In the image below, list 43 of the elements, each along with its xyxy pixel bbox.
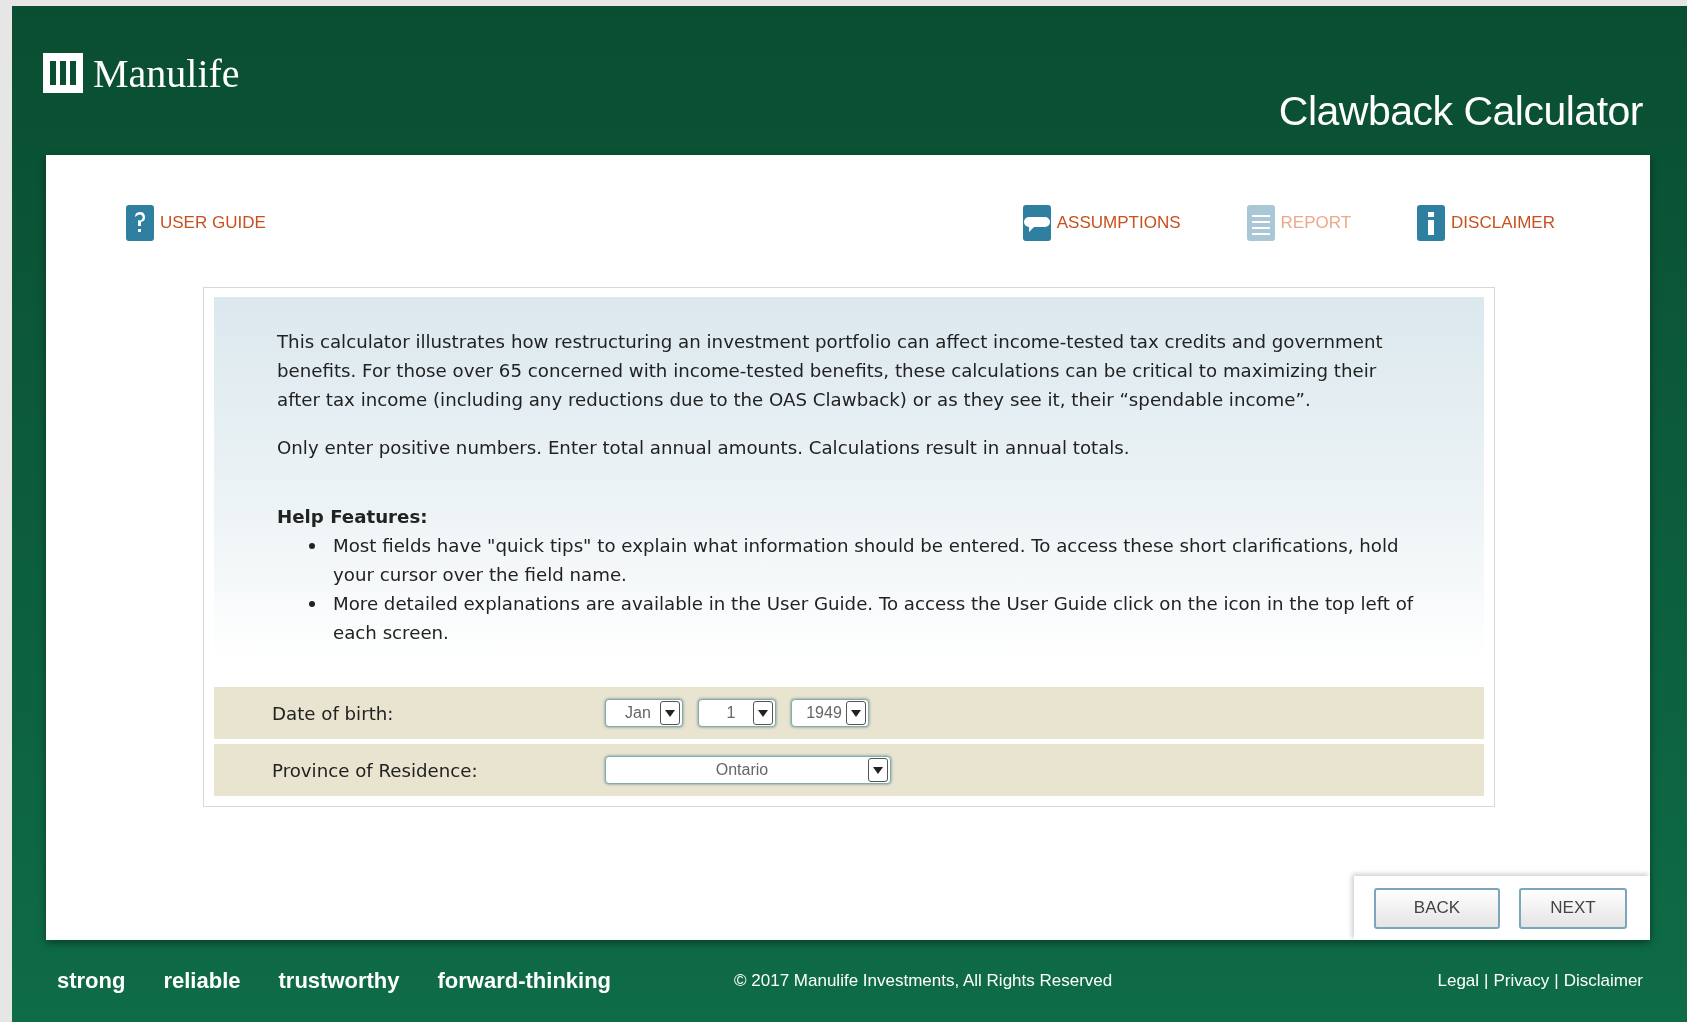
nav-label: REPORT [1280,213,1352,233]
nav-button[interactable]: BACK [1374,887,1500,929]
logo-text: Manulife [93,49,240,97]
tagline-word: forward-thinking [437,968,612,994]
tagline-word: reliable [163,968,241,994]
dropdown[interactable]: 1949 [791,699,869,727]
caret-icon [868,758,888,782]
nav-button[interactable]: NEXT [1519,887,1627,929]
copyright-text: © 2017 Manulife Investments, All Rights Reserved [734,971,1113,991]
link-separator: | [1484,971,1489,991]
info-icon [1417,205,1446,241]
speech-bubble-icon [1022,205,1051,241]
dropdown[interactable]: Jan [605,699,683,727]
page-title: Clawback Calculator [1278,88,1643,136]
bullet-icon [309,543,315,549]
footer-link[interactable]: Disclaimer [1563,971,1643,991]
help-icon [126,205,154,241]
tagline-word: strong [57,968,126,994]
nav-link[interactable]: USER GUIDE [126,205,266,241]
tagline-word: trustworthy [278,968,400,994]
dropdown[interactable]: Ontario [605,756,891,784]
help-text: More detailed explanations are available in the User Guide. To access the User Guide click on the icon in the top left of each screen. [333,592,1414,645]
intro-paragraph: Only enter positive numbers. Enter total annual amounts. Calculations result in annual totals. [277,436,1131,460]
intro-paragraph: This calculator illustrates how restructuring an investment portfolio can affect income-tested tax credits and government benefits. For those over 65 concerned with income-tested benefits, these calculations can be critical to maximizing their after tax income (including any reductions due to the OAS Clawback) or as they see it, their “spendable income”. [277,330,1384,412]
nav-label: USER GUIDE [160,213,266,233]
nav-label: DISCLAIMER [1451,213,1555,233]
logo-icon [43,53,83,93]
caret-icon [660,701,680,725]
field-label: Date of birth: [272,702,395,724]
nav-link[interactable]: DISCLAIMER [1417,205,1555,241]
help-title: Help Features: [277,505,429,529]
document-icon [1246,205,1275,241]
caret-icon [846,701,866,725]
footer-link[interactable]: Legal [1437,971,1480,991]
caret-icon [753,701,773,725]
footer-link[interactable]: Privacy [1493,971,1550,991]
dropdown[interactable]: 1 [698,699,776,727]
nav-link[interactable]: ASSUMPTIONS [1022,205,1181,241]
help-text: Most fields have "quick tips" to explain what information should be entered. To access these short clarifications, hold your cursor over the field name. [333,534,1400,587]
nav-label: ASSUMPTIONS [1056,213,1181,233]
bullet-icon [309,601,315,607]
link-separator: | [1554,971,1559,991]
field-label: Province of Residence: [272,759,479,781]
